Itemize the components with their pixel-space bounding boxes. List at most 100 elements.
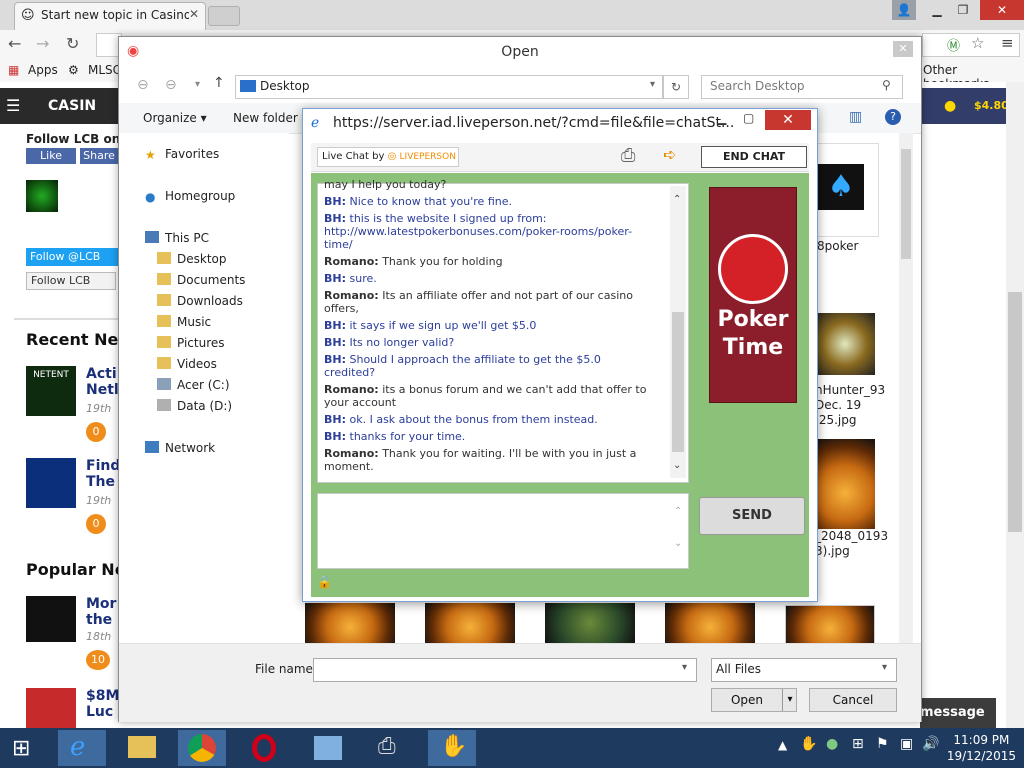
- email-transcript-icon[interactable]: ➪: [663, 145, 676, 164]
- chat-message-button[interactable]: message: [920, 698, 996, 728]
- file-name[interactable]: 3).jpg: [815, 544, 850, 558]
- nav-network[interactable]: Network: [145, 441, 215, 455]
- nav-documents[interactable]: Documents: [157, 273, 245, 287]
- news4-title[interactable]: $8M: [86, 688, 119, 704]
- balance-box[interactable]: ● $4.80: [920, 88, 1009, 124]
- tray-app-icon[interactable]: ●: [826, 736, 838, 752]
- refresh-icon[interactable]: ↻: [663, 75, 689, 99]
- close-tab-icon[interactable]: ✕: [189, 7, 199, 21]
- chevron-down-icon[interactable]: ▾: [195, 79, 200, 90]
- news1-title2[interactable]: Netl: [86, 382, 119, 398]
- nav-favorites[interactable]: ★ Favorites: [145, 147, 219, 162]
- system-clock[interactable]: 11:09 PM 19/12/2015: [947, 732, 1016, 764]
- chevron-down-icon[interactable]: ▾: [782, 689, 797, 711]
- nav-this-pc[interactable]: This PC: [145, 231, 209, 245]
- comment-badge[interactable]: 0: [86, 514, 106, 534]
- news-thumb-777[interactable]: [26, 688, 76, 728]
- scroll-thumb[interactable]: [672, 312, 684, 452]
- end-chat-button[interactable]: END CHAT: [701, 146, 807, 168]
- casino-tab[interactable]: CASIN: [48, 98, 96, 114]
- news3-title2[interactable]: the: [86, 612, 112, 628]
- file-list-scrollbar[interactable]: [899, 133, 913, 643]
- chevron-down-icon[interactable]: ▾: [682, 662, 687, 673]
- taskbar-fax[interactable]: ⎙: [366, 730, 414, 766]
- chat-close-button[interactable]: ✕: [765, 110, 811, 130]
- news-thumb-princess[interactable]: [26, 596, 76, 642]
- news4-title2[interactable]: Luc: [86, 704, 113, 720]
- up-icon[interactable]: ↑: [213, 75, 225, 91]
- like-button[interactable]: Like: [26, 148, 76, 164]
- scroll-down-icon[interactable]: ⌄: [674, 538, 682, 549]
- taskbar-explorer[interactable]: [118, 730, 166, 766]
- news-thumb-netent[interactable]: NETENT: [26, 366, 76, 416]
- share-button[interactable]: Share: [80, 148, 118, 164]
- open-button[interactable]: Open ▾: [711, 688, 797, 712]
- menu-icon[interactable]: ≡: [1001, 34, 1014, 52]
- cancel-button[interactable]: Cancel: [809, 688, 897, 712]
- send-button[interactable]: SEND: [699, 497, 805, 535]
- file-thumb-sun[interactable]: [665, 603, 755, 643]
- file-thumb-sun[interactable]: [305, 603, 395, 643]
- comment-badge[interactable]: 10: [86, 650, 110, 670]
- user-icon[interactable]: 👤: [892, 0, 916, 20]
- back-icon[interactable]: ⊖: [137, 77, 149, 93]
- file-type-select[interactable]: All Files ▾: [711, 658, 897, 682]
- file-name[interactable]: _2048_0193: [815, 529, 888, 543]
- file-thumb-sun[interactable]: [815, 439, 875, 529]
- dialog-close-button[interactable]: ✕: [893, 41, 913, 57]
- scroll-up-icon[interactable]: ⌃: [673, 194, 681, 205]
- browser-tab[interactable]: ☺ Start new topic in Casinos ✕: [14, 2, 206, 31]
- organize-button[interactable]: Organize ▾: [143, 111, 207, 125]
- transcript-scrollbar[interactable]: ⌃ ⌄: [670, 186, 686, 478]
- chevron-down-icon[interactable]: ▾: [882, 662, 887, 673]
- taskbar-chrome[interactable]: [178, 730, 226, 766]
- star-icon[interactable]: ☆: [971, 34, 984, 52]
- file-thumb-sun[interactable]: [425, 603, 515, 643]
- chat-message-input[interactable]: ⌃ ⌄: [317, 493, 689, 569]
- tray-windows-icon[interactable]: ⊞: [852, 736, 864, 752]
- scroll-thumb[interactable]: [1008, 292, 1022, 532]
- print-icon[interactable]: ⎙: [621, 145, 635, 166]
- maximize-button[interactable]: ▢: [743, 111, 754, 125]
- poker-time-ad[interactable]: Poker Time: [709, 187, 797, 403]
- news3-title[interactable]: Mor: [86, 596, 116, 612]
- help-icon[interactable]: ?: [885, 109, 901, 125]
- news1-title[interactable]: Acti: [86, 366, 117, 382]
- close-window-button[interactable]: ✕: [980, 0, 1024, 20]
- file-thumb-sun[interactable]: [545, 603, 635, 643]
- news2-title2[interactable]: The: [86, 474, 115, 490]
- nav-music[interactable]: Music: [157, 315, 211, 329]
- nav-acer-drive[interactable]: Acer (C:): [157, 378, 230, 392]
- page-scrollbar[interactable]: [1006, 82, 1024, 728]
- scroll-thumb[interactable]: [901, 149, 911, 259]
- taskbar-app[interactable]: [304, 730, 352, 766]
- file-name[interactable]: Dec. 19: [815, 398, 861, 412]
- start-button[interactable]: ⊞: [0, 730, 48, 766]
- comment-badge[interactable]: 0: [86, 422, 106, 442]
- forward-icon[interactable]: ⊖: [165, 77, 177, 93]
- twitter-follow-button[interactable]: Follow @LCB: [26, 248, 120, 266]
- nav-homegroup[interactable]: ● Homegroup: [145, 189, 235, 204]
- minimize-button[interactable]: ▁: [924, 0, 950, 20]
- maximize-button[interactable]: ❐: [950, 0, 976, 20]
- bookmark-apps[interactable]: Apps: [28, 63, 58, 77]
- file-name[interactable]: 8poker: [817, 239, 858, 253]
- news-thumb-dreamseven[interactable]: [26, 458, 76, 508]
- pinterest-follow-button[interactable]: Follow LCB: [26, 272, 116, 290]
- search-input[interactable]: Search Desktop ⚲: [701, 75, 903, 99]
- back-icon[interactable]: ←: [8, 34, 21, 53]
- file-name-input[interactable]: ▾: [313, 658, 697, 682]
- address-bar[interactable]: Desktop ▾: [235, 75, 663, 99]
- new-folder-button[interactable]: New folder: [233, 111, 298, 125]
- action-center-icon[interactable]: ⚑: [876, 736, 889, 752]
- news2-title[interactable]: Find: [86, 458, 120, 474]
- taskbar-ie[interactable]: ℯ: [58, 730, 106, 766]
- bookmark-mlsc[interactable]: MLSC: [88, 63, 121, 77]
- scroll-up-icon[interactable]: ⌃: [674, 506, 682, 517]
- nav-downloads[interactable]: Downloads: [157, 294, 243, 308]
- minimize-button[interactable]: ▁: [717, 111, 726, 125]
- show-hidden-icons[interactable]: ▲: [778, 738, 787, 752]
- taskbar-opera[interactable]: [240, 730, 288, 766]
- forward-icon[interactable]: →: [36, 34, 49, 53]
- scroll-down-icon[interactable]: ⌄: [673, 460, 681, 471]
